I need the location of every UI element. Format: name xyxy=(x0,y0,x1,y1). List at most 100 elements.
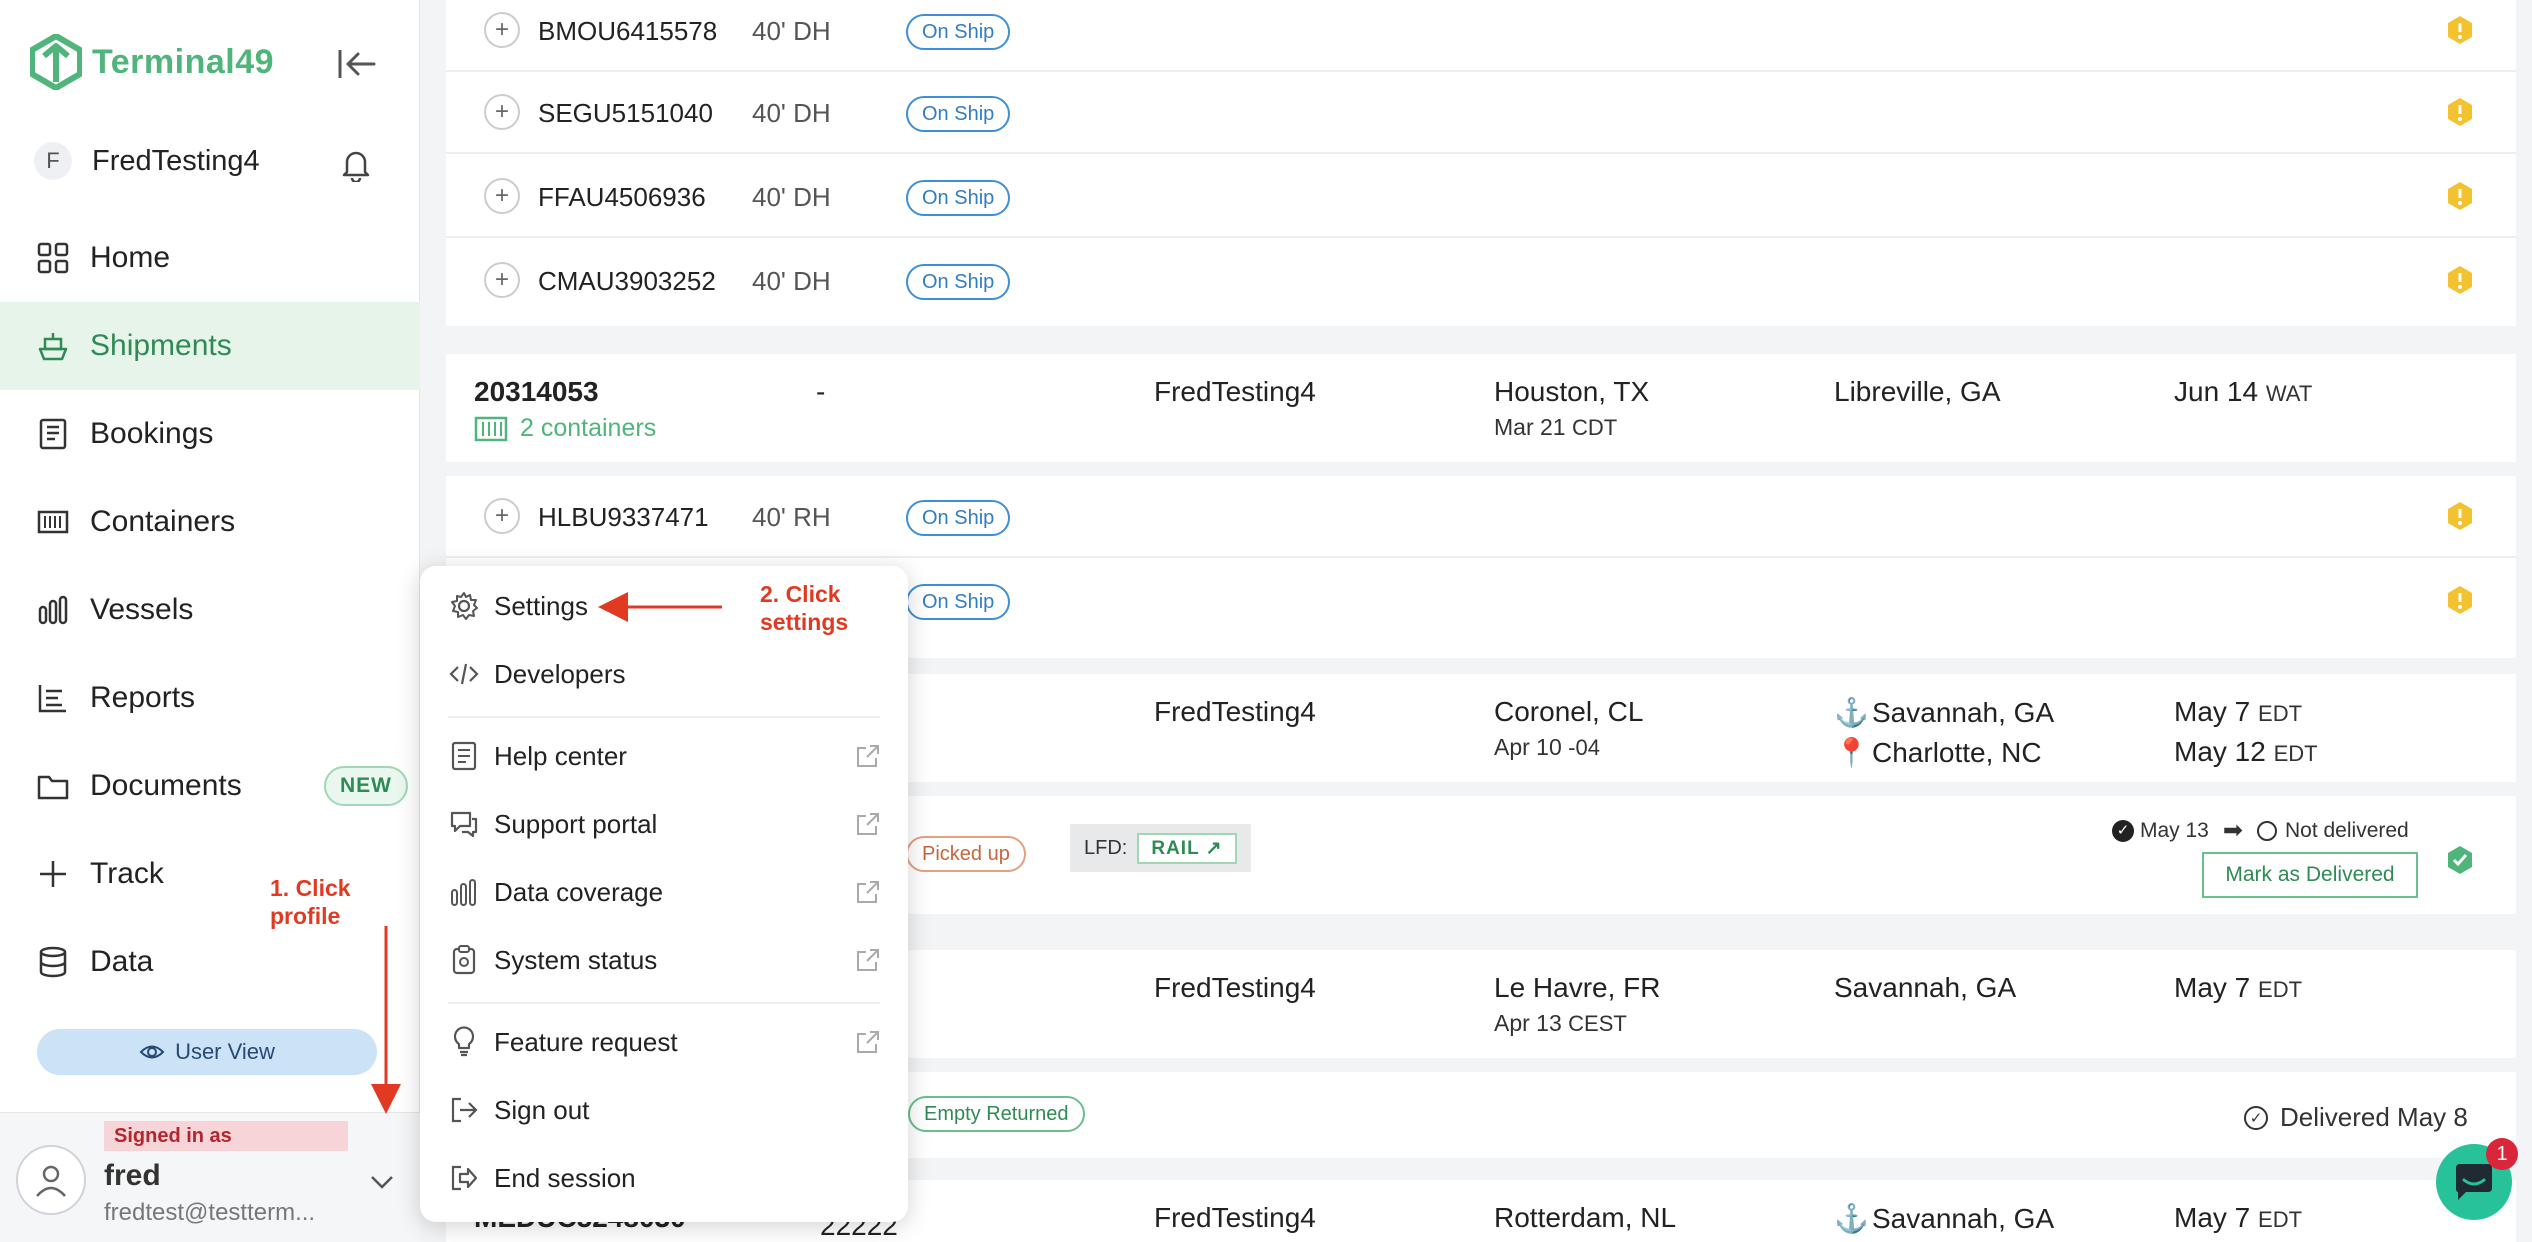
external-link-icon xyxy=(857,745,879,767)
sidebar-item-documents[interactable]: Documents NEW xyxy=(0,742,420,830)
destination-port: Libreville, GA xyxy=(1834,376,2001,407)
sidebar-item-data[interactable]: Data xyxy=(0,918,420,1006)
menu-item-label: Developers xyxy=(494,658,626,689)
sidebar-item-reports[interactable]: Reports xyxy=(0,654,420,742)
expand-icon[interactable]: + xyxy=(484,498,520,534)
rail-link[interactable]: RAIL ↗ xyxy=(1137,832,1237,864)
verified-check-icon xyxy=(2448,846,2472,874)
menu-item-label: Help center xyxy=(494,740,627,771)
customer-name: FredTesting4 xyxy=(1154,972,1316,1003)
customer-name: FredTesting4 xyxy=(1154,696,1316,727)
chevron-down-icon xyxy=(371,1176,393,1189)
table-row[interactable]: + SEGU5151040 40' DH On Ship xyxy=(446,72,2516,154)
container-id: HLBU9337471 xyxy=(538,502,709,532)
sidebar-item-label: Containers xyxy=(90,505,236,538)
warning-icon[interactable] xyxy=(2444,264,2476,296)
menu-item-label: Settings xyxy=(494,590,588,621)
ship-icon xyxy=(38,333,68,361)
origin-port: Coronel, CL xyxy=(1494,696,1644,727)
collapse-sidebar-icon[interactable] xyxy=(334,44,378,84)
menu-item-feature-request[interactable]: Feature request xyxy=(420,1012,908,1072)
support-chat-icon xyxy=(450,811,478,838)
sidebar-item-label: Documents xyxy=(90,769,242,802)
sidebar-item-containers[interactable]: Containers xyxy=(0,478,420,566)
delivered-status: ✓ Delivered May 8 xyxy=(2244,1102,2468,1133)
org-avatar: F xyxy=(34,142,72,180)
sidebar-item-label: Shipments xyxy=(90,329,232,362)
menu-item-label: Sign out xyxy=(494,1094,590,1125)
table-row[interactable]: + FFAU4506936 40' DH On Ship xyxy=(446,156,2516,238)
anchor-icon: ⚓ xyxy=(1834,697,1869,728)
sidebar-item-label: Data xyxy=(90,945,154,978)
table-row[interactable]: + CMAU3903252 40' DH On Ship xyxy=(446,240,2516,322)
delivery-status: ✓ May 13 ➡ Not delivered xyxy=(2112,816,2409,845)
menu-item-system-status[interactable]: System status xyxy=(420,930,908,990)
sidebar-item-home[interactable]: Home xyxy=(0,214,420,302)
terminal49-logo-icon xyxy=(30,34,82,90)
bar-chart-icon xyxy=(38,595,68,625)
bar-chart-icon xyxy=(451,879,476,906)
origin-date: Apr 13 CEST xyxy=(1494,1010,1627,1036)
sidebar-item-vessels[interactable]: Vessels xyxy=(0,566,420,654)
shipment-ref: - xyxy=(816,376,826,407)
container-icon xyxy=(474,416,508,441)
containers-count-label: 2 containers xyxy=(520,414,657,442)
expand-icon[interactable]: + xyxy=(484,178,520,214)
warning-icon[interactable] xyxy=(2444,96,2476,128)
profile-button[interactable]: Signed in as fred fredtest@testterm... xyxy=(0,1112,420,1242)
final-destination: 📍 Charlotte, NC xyxy=(1834,737,2042,768)
expand-icon[interactable]: + xyxy=(484,94,520,130)
container-type: 40' DH xyxy=(752,16,831,46)
profile-name: fred xyxy=(104,1159,161,1192)
warning-icon[interactable] xyxy=(2444,584,2476,616)
container-type: 40' DH xyxy=(752,266,831,296)
menu-item-data-coverage[interactable]: Data coverage xyxy=(420,862,908,922)
menu-item-sign-out[interactable]: Sign out xyxy=(420,1080,908,1140)
menu-item-label: Feature request xyxy=(494,1026,678,1057)
org-switcher[interactable]: F FredTesting4 xyxy=(34,142,260,180)
container-type: 40' DH xyxy=(752,182,831,212)
menu-item-help-center[interactable]: Help center xyxy=(420,726,908,786)
status-clipboard-icon xyxy=(452,945,476,975)
lfd-field: LFD: RAIL ↗ xyxy=(1070,824,1251,872)
menu-item-label: End session xyxy=(494,1162,636,1193)
container-group: + BMOU6415578 40' DH On Ship + SEGU51510… xyxy=(446,0,2516,326)
bell-icon[interactable] xyxy=(338,146,374,182)
anchor-icon: ⚓ xyxy=(1834,1203,1869,1234)
book-icon xyxy=(451,741,477,771)
menu-divider xyxy=(448,1002,880,1004)
expand-icon[interactable]: + xyxy=(484,12,520,48)
annotation-step1: 1. Click profile xyxy=(270,875,351,929)
menu-item-developers[interactable]: Developers xyxy=(420,644,908,704)
mark-as-delivered-button[interactable]: Mark as Delivered xyxy=(2202,852,2418,898)
external-link-icon xyxy=(857,1031,879,1053)
expand-icon[interactable]: + xyxy=(484,262,520,298)
menu-divider xyxy=(448,716,880,718)
sidebar: Terminal49 F FredTesting4 Home Shipments… xyxy=(0,0,420,1242)
user-view-button[interactable]: User View xyxy=(37,1029,377,1075)
shipment-id: 20314053 xyxy=(474,376,599,407)
table-row[interactable]: + HLBU9337471 40' RH On Ship xyxy=(446,476,2516,558)
container-id: SEGU5151040 xyxy=(538,98,713,128)
customer-name: FredTesting4 xyxy=(1154,1202,1316,1233)
warning-icon[interactable] xyxy=(2444,500,2476,532)
sidebar-item-bookings[interactable]: Bookings xyxy=(0,390,420,478)
code-icon xyxy=(449,663,479,685)
containers-count[interactable]: 2 containers xyxy=(474,414,656,443)
menu-item-end-session[interactable]: End session xyxy=(420,1148,908,1208)
warning-icon[interactable] xyxy=(2444,180,2476,212)
table-row[interactable]: + BMOU6415578 40' DH On Ship xyxy=(446,0,2516,72)
shipment-row[interactable]: 20314053 2 containers - FredTesting4 Hou… xyxy=(446,354,2516,462)
sidebar-item-shipments[interactable]: Shipments xyxy=(0,302,420,390)
report-icon xyxy=(38,685,66,713)
menu-item-label: Support portal xyxy=(494,808,658,839)
eta-pod: May 7 EDT xyxy=(2174,696,2303,727)
user-avatar-icon xyxy=(16,1145,86,1215)
sidebar-item-track[interactable]: Track xyxy=(0,830,420,918)
brand-logo[interactable]: Terminal49 xyxy=(30,34,274,90)
warning-icon[interactable] xyxy=(2444,14,2476,46)
external-link-icon xyxy=(857,813,879,835)
status-badge: Picked up xyxy=(906,836,1026,872)
folder-icon xyxy=(37,775,69,800)
menu-item-support-portal[interactable]: Support portal xyxy=(420,794,908,854)
